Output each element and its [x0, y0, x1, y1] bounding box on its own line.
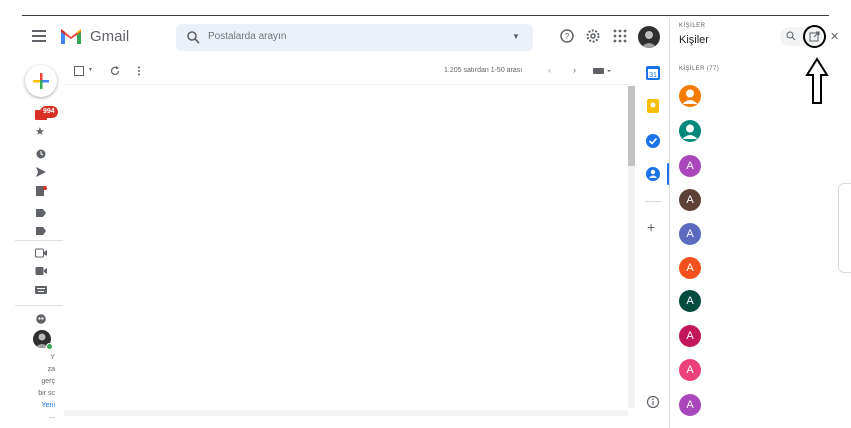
- account-avatar[interactable]: [638, 26, 660, 48]
- label-icon[interactable]: [35, 226, 47, 236]
- contacts-panel-border: [669, 18, 670, 428]
- next-page-icon[interactable]: ›: [573, 65, 576, 75]
- tasks-icon[interactable]: [645, 133, 661, 149]
- rail-divider: [15, 240, 63, 241]
- starred-icon[interactable]: ★: [35, 127, 47, 138]
- search-icon[interactable]: [786, 31, 796, 41]
- compose-button[interactable]: [25, 65, 57, 97]
- top-divider: [22, 15, 829, 16]
- open-in-new-tab-button[interactable]: [803, 25, 826, 48]
- select-options-icon[interactable]: ▼: [88, 67, 93, 73]
- keyboard-icon[interactable]: [35, 285, 47, 295]
- apps-grid-icon[interactable]: [612, 28, 628, 44]
- horizontal-scrollbar[interactable]: [64, 410, 628, 416]
- promo-text-line: ...: [49, 413, 55, 420]
- svg-text:?: ?: [565, 32, 570, 41]
- select-all-checkbox[interactable]: [74, 66, 84, 76]
- panel-resize-handle[interactable]: [838, 183, 851, 273]
- input-tools-icon[interactable]: [593, 67, 613, 75]
- contacts-section-header: KİŞİLER (77): [679, 66, 720, 72]
- contact-avatar[interactable]: [679, 85, 701, 107]
- online-status-dot: [46, 343, 53, 350]
- get-addons-icon[interactable]: +: [647, 220, 655, 234]
- contact-avatar[interactable]: A: [679, 257, 701, 279]
- main-menu-icon[interactable]: [32, 30, 46, 42]
- info-icon[interactable]: [645, 394, 661, 410]
- sent-icon[interactable]: [35, 167, 47, 177]
- panel-app-label: KİŞİLER: [679, 23, 706, 29]
- promo-text-line: za: [47, 366, 55, 373]
- settings-icon[interactable]: [585, 28, 601, 44]
- contact-avatar[interactable]: A: [679, 325, 701, 347]
- side-panel-divider: [645, 201, 661, 202]
- prev-page-icon[interactable]: ‹: [548, 65, 551, 75]
- app-name[interactable]: Gmail: [90, 28, 129, 45]
- search-input[interactable]: [208, 31, 488, 42]
- drafts-icon[interactable]: [35, 186, 47, 196]
- promo-text-line: bir sc: [38, 390, 55, 397]
- join-meeting-icon[interactable]: [35, 266, 47, 276]
- contact-avatar[interactable]: A: [679, 223, 701, 245]
- panel-title: Kişiler: [679, 34, 709, 46]
- contact-avatar[interactable]: A: [679, 359, 701, 381]
- contact-avatar[interactable]: A: [679, 155, 701, 177]
- pagination-text: 1.205 satırdan 1-50 arası: [444, 67, 523, 74]
- snoozed-icon[interactable]: [35, 149, 47, 159]
- keep-icon[interactable]: [645, 98, 661, 114]
- annotation-arrow: [805, 57, 829, 104]
- promo-link[interactable]: Yeni: [15, 402, 55, 409]
- message-list-top-border: [64, 84, 634, 85]
- promo-text-line: Y: [50, 354, 55, 361]
- hangouts-icon[interactable]: [35, 314, 47, 324]
- label-icon[interactable]: [35, 208, 47, 218]
- contact-avatar[interactable]: A: [679, 394, 701, 416]
- search-icon[interactable]: [186, 30, 200, 44]
- promo-text-line: gerç: [41, 378, 55, 385]
- inbox-count-badge: 994: [40, 106, 58, 118]
- rail-divider: [15, 305, 63, 306]
- refresh-icon[interactable]: [110, 66, 120, 76]
- contact-avatar[interactable]: [679, 120, 701, 142]
- calendar-icon[interactable]: 31: [645, 65, 661, 81]
- search-options-icon[interactable]: ▼: [512, 32, 520, 41]
- contacts-icon[interactable]: [645, 166, 661, 182]
- gmail-logo-icon[interactable]: [59, 26, 83, 45]
- more-options-icon[interactable]: [134, 66, 144, 76]
- new-meeting-icon[interactable]: [35, 248, 47, 258]
- contact-avatar[interactable]: A: [679, 189, 701, 211]
- contact-avatar[interactable]: A: [679, 290, 701, 312]
- svg-text:31: 31: [649, 72, 657, 79]
- scrollbar-thumb[interactable]: [628, 86, 635, 166]
- close-panel-icon[interactable]: ✕: [830, 30, 839, 43]
- help-icon[interactable]: ?: [559, 28, 575, 44]
- open-in-new-icon: [809, 31, 820, 42]
